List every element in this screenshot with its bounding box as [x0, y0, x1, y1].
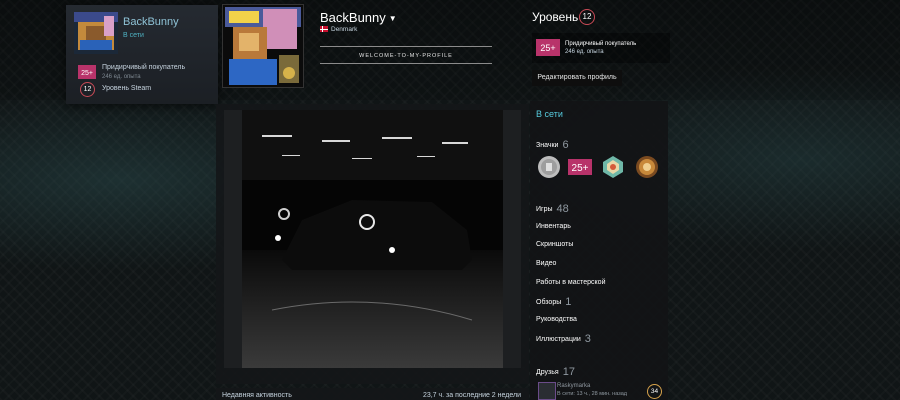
games-count: 48	[556, 203, 569, 215]
friends-count: 17	[562, 366, 575, 378]
friends-label: Друзья	[536, 369, 559, 376]
recent-activity-bar: Недавняя активность 23,7 ч. за последние…	[216, 388, 529, 400]
mini-profile-card[interactable]: BackBunny В сети 25+ Придирчивый покупат…	[66, 5, 218, 104]
flag-denmark-icon	[320, 26, 328, 33]
mini-level-circle: 12	[80, 82, 95, 97]
profile-sidebar: В сети Значки 6 25+ Игры 48 Инвентарь Скри…	[530, 101, 668, 400]
reviews-label: Обзоры	[536, 299, 562, 306]
badges-link[interactable]: Значки 6	[536, 139, 569, 151]
friends-link[interactable]: Друзья 17	[536, 366, 575, 378]
screenshots-link[interactable]: Скриншоты	[536, 241, 573, 248]
artwork-label: Иллюстрации	[536, 336, 581, 343]
badge-25-icon: 25+	[78, 65, 96, 79]
badge-25-text: 25+	[81, 70, 93, 77]
mini-steam-level[interactable]: 12 Уровень Steam	[78, 82, 218, 100]
mini-profile-status: В сети	[123, 32, 144, 39]
friend-status: В сети: 13 ч., 28 мин. назад	[557, 391, 627, 397]
edit-profile-button[interactable]: Редактировать профиль	[532, 70, 622, 86]
caret-down-icon[interactable]: ▼	[389, 14, 397, 23]
friend-item[interactable]: Raskymarka В сети: 13 ч., 28 мин. назад …	[536, 382, 668, 400]
profile-name-text: BackBunny	[320, 10, 386, 25]
mini-favorite-badge[interactable]: 25+ Придирчивый покупатель 246 ед. опыта	[78, 62, 218, 84]
profile-avatar-image	[222, 4, 304, 88]
summary-text: WELCOME-TO-MY-PROFILE	[359, 53, 453, 59]
mini-avatar-image	[74, 12, 118, 54]
friend-name: Raskymarka	[557, 383, 591, 389]
favorite-badge-name: Придирчивый покупатель	[565, 41, 637, 47]
laurel-badge-icon[interactable]	[635, 155, 659, 179]
mini-badge-name: Придирчивый покупатель	[102, 64, 186, 71]
online-status: В сети	[536, 109, 563, 119]
mini-level-label: Уровень Steam	[102, 85, 152, 92]
profile-summary: WELCOME-TO-MY-PROFILE	[320, 42, 492, 70]
guides-link[interactable]: Руководства	[536, 316, 577, 323]
artwork-showcase	[216, 104, 529, 384]
sidebar-badge-25-text: 25+	[572, 163, 589, 174]
summary-line-bottom	[320, 63, 492, 64]
showcase-inner	[224, 110, 521, 368]
videos-link[interactable]: Видео	[536, 260, 556, 267]
summary-line-top	[320, 46, 492, 47]
profile-name[interactable]: BackBunny ▼	[320, 10, 397, 25]
inventory-link[interactable]: Инвентарь	[536, 223, 571, 230]
badges-count: 6	[562, 139, 569, 151]
favorite-badge[interactable]: 25+ Придирчивый покупатель 246 ед. опыта	[532, 33, 670, 63]
games-label: Игры	[536, 206, 553, 213]
recent-activity-label: Недавняя активность	[222, 392, 292, 399]
reviews-count: 1	[565, 296, 572, 308]
recent-activity-hours: 23,7 ч. за последние 2 недели	[422, 392, 521, 399]
badge-25-icon: 25+	[536, 39, 560, 56]
profile-location: Denmark	[320, 26, 357, 33]
friend-level-circle: 34	[647, 384, 662, 399]
showcase-artwork-image[interactable]	[242, 110, 503, 368]
fav-badge-25-text: 25+	[540, 43, 555, 53]
coin-badge-icon[interactable]	[537, 155, 561, 179]
artwork-count: 3	[584, 333, 591, 345]
workshop-link[interactable]: Работы в мастерской	[536, 279, 606, 286]
mini-profile-name[interactable]: BackBunny	[123, 16, 179, 28]
favorite-badge-xp: 246 ед. опыта	[565, 49, 604, 55]
mini-badge-xp: 246 ед. опыта	[102, 74, 141, 80]
games-link[interactable]: Игры 48	[536, 203, 569, 215]
artwork-link[interactable]: Иллюстрации 3	[536, 333, 591, 345]
level-title: Уровень	[532, 10, 579, 24]
friend-avatar	[538, 382, 556, 400]
reviews-link[interactable]: Обзоры 1	[536, 296, 571, 308]
gem-badge-icon[interactable]	[601, 155, 625, 179]
badge-25-icon[interactable]: 25+	[568, 155, 592, 179]
level-circle[interactable]: 12	[579, 9, 595, 25]
badges-label: Значки	[536, 142, 559, 149]
location-text: Denmark	[331, 26, 358, 33]
